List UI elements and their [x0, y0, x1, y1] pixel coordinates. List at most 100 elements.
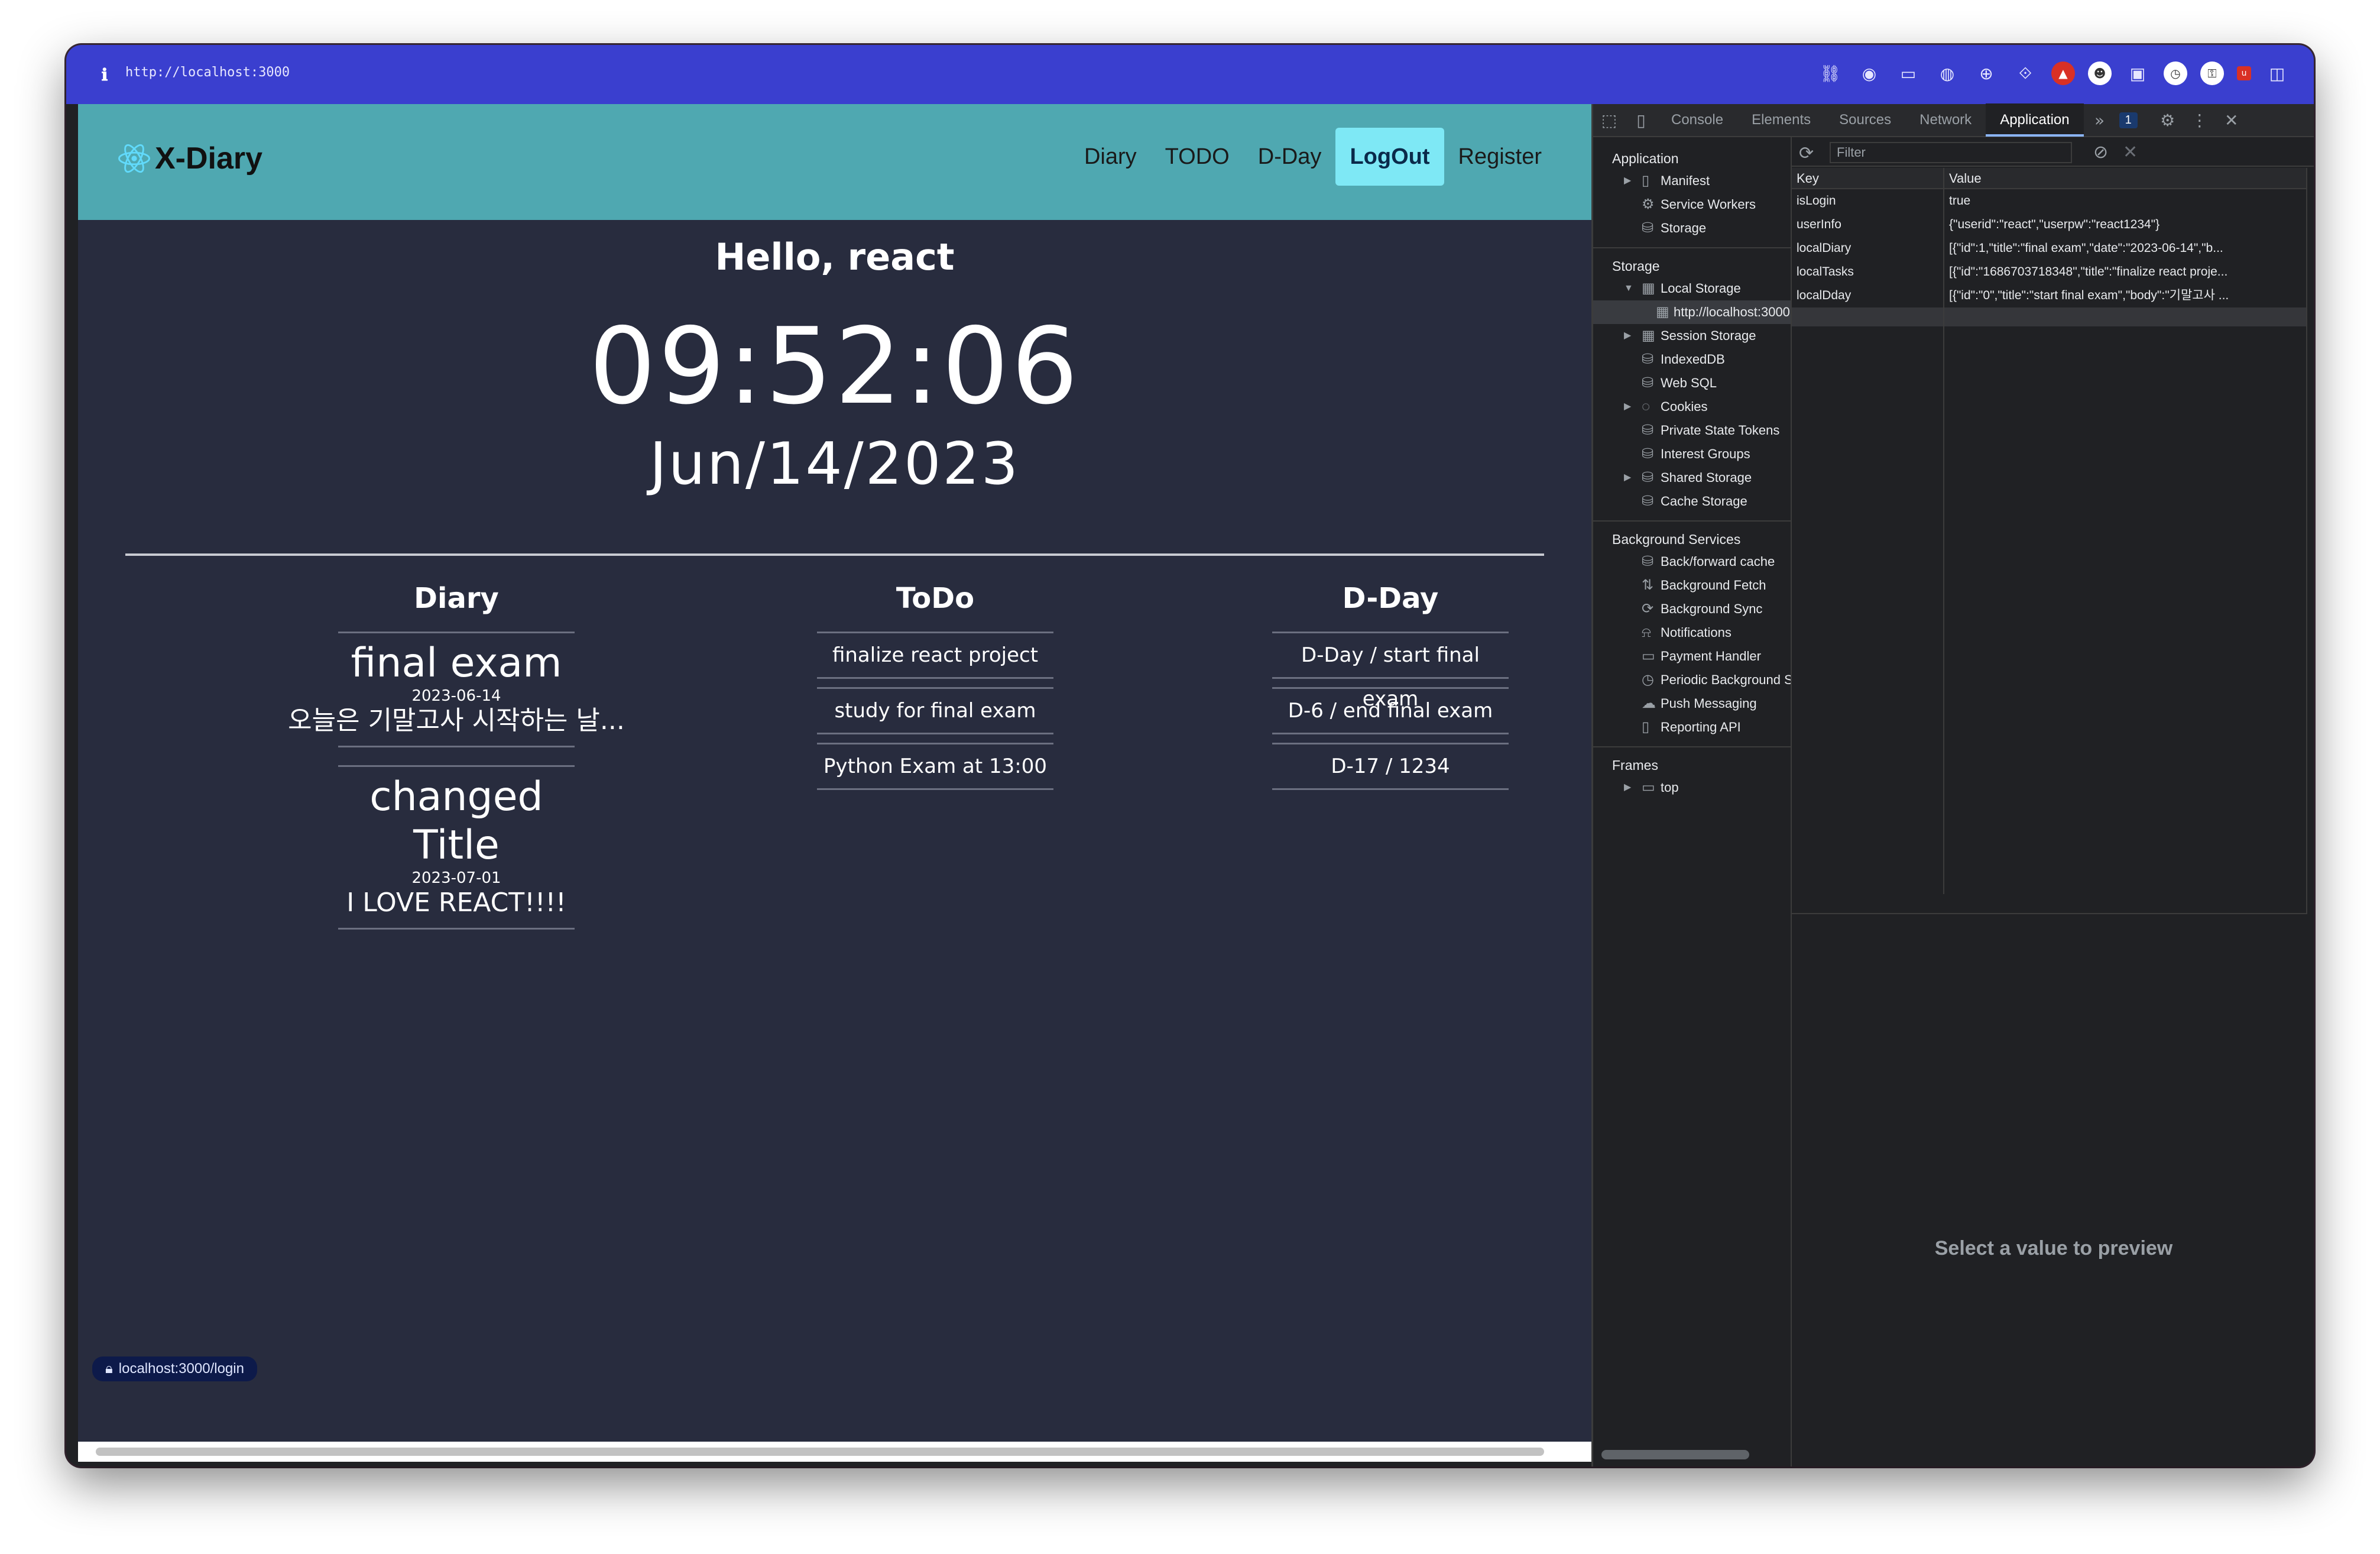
bell-icon: ⍾ [1642, 624, 1651, 640]
tab-sources[interactable]: Sources [1825, 103, 1905, 137]
sidebar-item-background-fetch[interactable]: ⇅ Background Fetch [1593, 574, 1791, 597]
clock-icon[interactable]: ◷ [2164, 61, 2187, 85]
tab-network[interactable]: Network [1905, 103, 1986, 137]
sidebar-item-reporting-api[interactable]: ▯ Reporting API [1593, 716, 1791, 739]
filter-input[interactable]: Filter [1830, 142, 2072, 163]
issues-badge[interactable]: 1 [2119, 112, 2138, 128]
sidebar-icon[interactable]: ◫ [2264, 60, 2290, 86]
greeting: Hello, react [715, 235, 955, 279]
brave-icon[interactable]: ▲ [2051, 61, 2075, 85]
table-row[interactable]: localDiary [{"id":1,"title":"final exam"… [1792, 237, 2306, 260]
preview-placeholder: Select a value to preview [1934, 1237, 2173, 1260]
sidebar-item-bfcache[interactable]: ⛁ Back/forward cache [1593, 550, 1791, 574]
device-toggle-icon[interactable]: ▯ [1625, 103, 1657, 137]
file-icon: ▯ [1642, 719, 1650, 735]
diary-entry[interactable]: changed Title 2023-07-01 I LOVE REACT!!!… [338, 765, 575, 930]
crosshair-icon[interactable]: ⊕ [1973, 60, 1999, 86]
clock-icon: ◷ [1642, 672, 1654, 688]
more-tabs-icon[interactable]: » [2084, 103, 2116, 137]
horizontal-scrollbar[interactable] [78, 1442, 1591, 1462]
lock-icon[interactable]: ⚿ [2200, 61, 2224, 85]
kebab-menu-icon[interactable]: ⋮ [2184, 103, 2216, 137]
sidebar-item-localhost[interactable]: ▦ http://localhost:3000 [1593, 300, 1791, 324]
diary-entry[interactable]: final exam 2023-06-14 오늘은 기말고사 시작하는 날... [288, 632, 625, 747]
sidebar-item-cookies[interactable]: ▶ ◌ Cookies [1593, 395, 1791, 419]
todo-item[interactable]: study for final exam [817, 687, 1053, 734]
logo[interactable]: X-Diary [117, 141, 262, 176]
sidebar-item-push-messaging[interactable]: ☁ Push Messaging [1593, 692, 1791, 716]
sidebar-item-storage[interactable]: ⛁ Storage [1593, 216, 1791, 240]
scrollbar-thumb[interactable] [96, 1448, 1544, 1456]
sidebar-item-background-sync[interactable]: ⟳ Background Sync [1593, 597, 1791, 621]
ghost-icon[interactable]: ☻ [2088, 61, 2112, 85]
inspect-icon[interactable]: ⬚ [1593, 103, 1625, 137]
section-application: Application [1612, 151, 1679, 166]
grid-icon: ▦ [1656, 304, 1669, 320]
grid-icon: ▦ [1642, 280, 1655, 296]
section-background-services: Background Services [1612, 532, 1741, 547]
web-page: X-Diary Diary TODO D-Day LogOut Register… [78, 104, 1591, 1462]
tab-elements[interactable]: Elements [1737, 103, 1825, 137]
clear-all-icon[interactable]: ⊘ [2093, 142, 2108, 163]
tab-console[interactable]: Console [1657, 103, 1737, 137]
delete-selected-icon[interactable]: ✕ [2123, 142, 2138, 163]
table-row[interactable]: localDday [{"id":"0","title":"start fina… [1792, 284, 2306, 307]
devtools-sidebar: Application ▶ ▯ Manifest ⚙ Service Workers … [1593, 137, 1792, 1466]
table-blank-area [1792, 326, 2306, 894]
dday-item[interactable]: D-17 / 1234 [1272, 743, 1509, 790]
dday-item[interactable]: D-6 / end final exam [1272, 687, 1509, 734]
settings-icon[interactable]: ⚙ [2152, 103, 2184, 137]
ublock-icon[interactable]: u [2237, 66, 2251, 80]
sidebar-item-service-workers[interactable]: ⚙ Service Workers [1593, 193, 1791, 216]
card-icon: ▭ [1642, 648, 1655, 664]
todo-title: ToDo [896, 582, 975, 615]
globe-icon[interactable]: ◍ [1934, 60, 1960, 86]
nav-dday[interactable]: D-Day [1244, 128, 1336, 186]
sidebar-item-indexeddb[interactable]: ⛁ IndexedDB [1593, 348, 1791, 371]
sidebar-item-cache-storage[interactable]: ⛁ Cache Storage [1593, 490, 1791, 513]
nav-diary[interactable]: Diary [1070, 128, 1151, 186]
cloud-icon: ☁ [1642, 695, 1656, 711]
status-link-text: localhost:3000/login [118, 1361, 244, 1377]
refresh-icon[interactable]: ⟳ [1799, 143, 1814, 164]
sidebar-item-shared-storage[interactable]: ▶ ⛁ Shared Storage [1593, 466, 1791, 490]
value-column-header[interactable]: Value [1944, 168, 2306, 188]
close-icon[interactable]: ✕ [2216, 103, 2248, 137]
link-icon[interactable]: ⛓ [1817, 60, 1843, 86]
sidebar-item-web-sql[interactable]: ⛁ Web SQL [1593, 371, 1791, 395]
sidebar-item-local-storage[interactable]: ▼ ▦ Local Storage [1593, 277, 1791, 300]
table-row[interactable]: isLogin true [1792, 189, 2306, 213]
window-icon[interactable]: ▣ [2125, 60, 2151, 86]
sidebar-item-private-state-tokens[interactable]: ⛁ Private State Tokens [1593, 419, 1791, 442]
diary-entry-date: 2023-06-14 [411, 687, 501, 705]
extension-bar: ⛓ ◉ ▭ ◍ ⊕ ⟐ ▲ ☻ ▣ ◷ ⚿ u ◫ [1817, 60, 2290, 86]
grid-icon: ▦ [1642, 328, 1655, 344]
diary-entry-title: changed Title [369, 773, 543, 869]
table-row[interactable]: userInfo {"userid":"react","userpw":"rea… [1792, 213, 2306, 237]
nav-todo[interactable]: TODO [1151, 128, 1244, 186]
address-bar[interactable]: http://localhost:3000 [125, 65, 290, 80]
tab-application[interactable]: Application [1986, 103, 2084, 137]
sidebar-item-payment-handler[interactable]: ▭ Payment Handler [1593, 645, 1791, 668]
sidebar-item-notifications[interactable]: ⍾ Notifications [1593, 621, 1791, 645]
nav-register[interactable]: Register [1444, 128, 1557, 186]
sidebar-item-interest-groups[interactable]: ⛁ Interest Groups [1593, 442, 1791, 466]
nav-logout[interactable]: LogOut [1335, 128, 1444, 186]
camera-icon[interactable]: ◉ [1856, 60, 1882, 86]
sidebar-item-frame-top[interactable]: ▶ ▭ top [1593, 776, 1791, 799]
terminal-icon[interactable]: ▭ [1895, 60, 1921, 86]
sidebar-scrollbar[interactable] [1601, 1450, 1749, 1459]
info-icon[interactable]: ℹ [96, 65, 114, 85]
sidebar-item-session-storage[interactable]: ▶ ▦ Session Storage [1593, 324, 1791, 348]
sidebar-item-periodic-sync[interactable]: ◷Periodic Background Sync [1593, 668, 1791, 692]
table-row[interactable]: localTasks [{"id":"1686703718348","title… [1792, 260, 2306, 284]
key-column-header[interactable]: Key [1792, 168, 1944, 188]
sidebar-item-manifest[interactable]: ▶ ▯ Manifest [1593, 169, 1791, 193]
table-row-empty[interactable] [1792, 307, 2306, 326]
todo-item[interactable]: finalize react project [817, 632, 1053, 679]
frame-icon: ▭ [1642, 779, 1655, 795]
extension-icon[interactable]: ⟐ [2012, 60, 2038, 86]
storage-panel: ⟳ Filter ⊘ ✕ Key Value isLogin true user… [1792, 137, 2314, 1466]
todo-item[interactable]: Python Exam at 13:00 [817, 743, 1053, 790]
dday-item[interactable]: D-Day / start final exam [1272, 632, 1509, 711]
